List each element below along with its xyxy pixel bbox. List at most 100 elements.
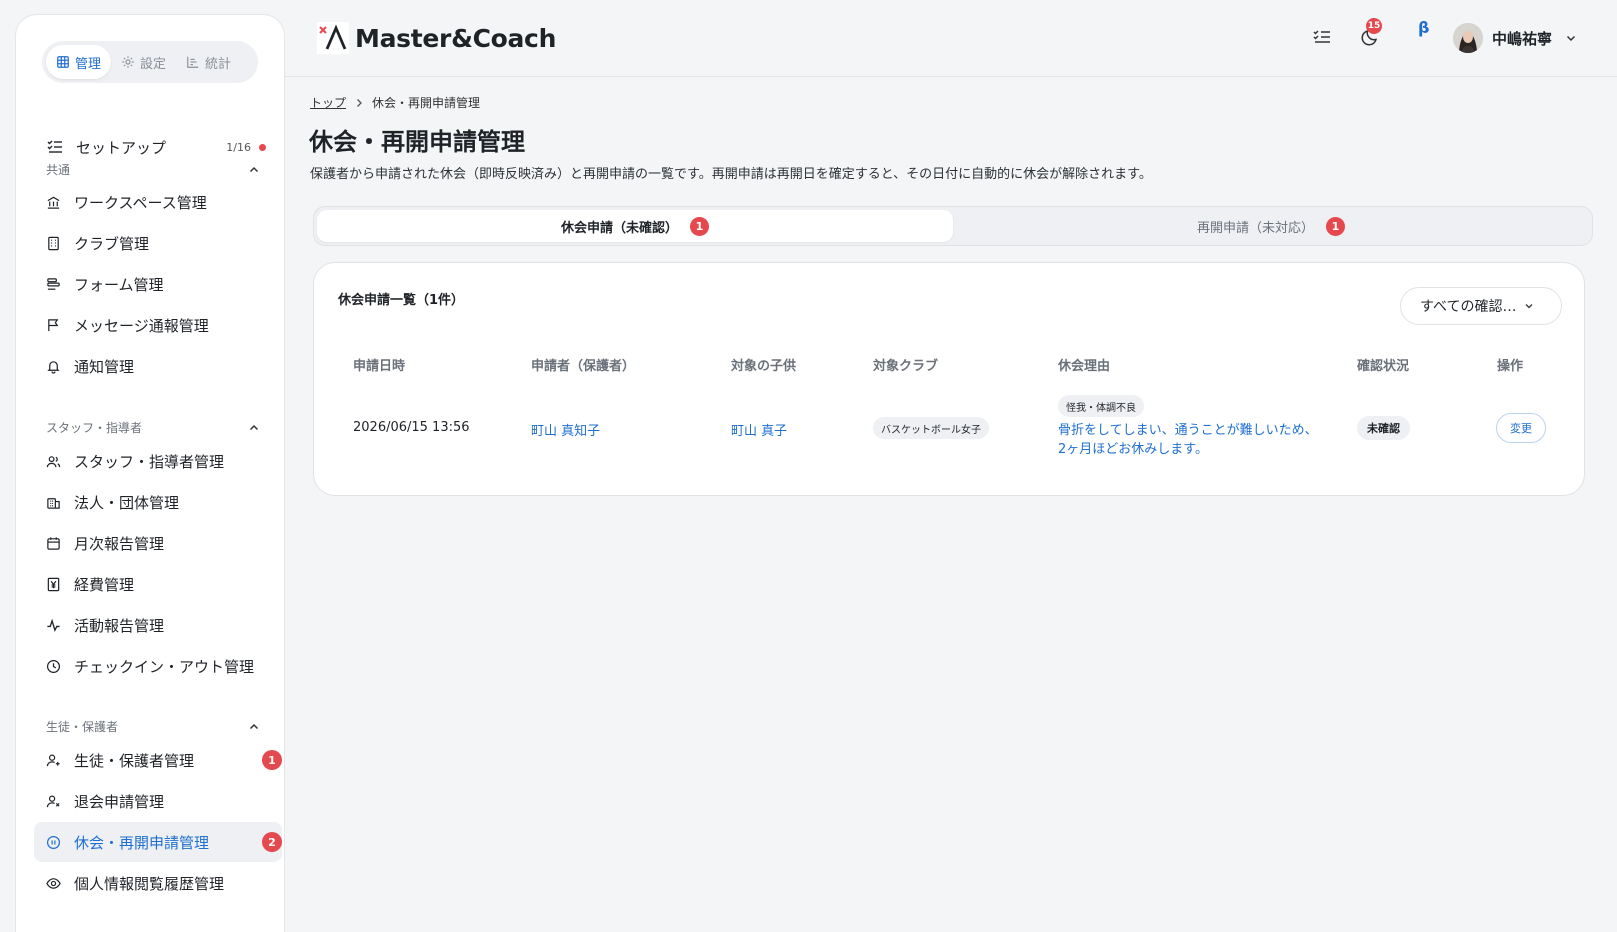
breadcrumb-current: 休会・再開申請管理 — [372, 96, 481, 110]
club-chip: バスケットボール女子 — [873, 417, 989, 439]
sidebar-item-activity-report[interactable]: 活動報告管理 — [34, 605, 282, 645]
change-button[interactable]: 変更 — [1496, 413, 1546, 443]
sidebar-item-workspace[interactable]: ワークスペース管理 — [34, 182, 282, 222]
sidebar-item-monthly-report[interactable]: 月次報告管理 — [34, 523, 282, 563]
form-icon — [47, 277, 60, 290]
sidebar-item-label: フォーム管理 — [74, 275, 164, 294]
brand-logo[interactable]: Master&Coach — [317, 22, 556, 54]
section-staff-title: スタッフ・指導者 — [46, 421, 143, 435]
reason-tag-chip: 怪我・体調不良 — [1058, 395, 1144, 417]
sidebar-item-label: クラブ管理 — [74, 234, 150, 253]
child-link[interactable]: 町山 真子 — [731, 420, 787, 439]
tab-suspension-requests[interactable]: 休会申請（未確認） 1 — [317, 210, 953, 242]
office-icon — [47, 497, 60, 509]
chevron-down-icon[interactable] — [1565, 32, 1577, 44]
page-description: 保護者から申請された休会（即時反映済み）と再開申請の一覧です。再開申請は再開日を… — [310, 167, 1152, 182]
page-title: 休会・再開申請管理 — [309, 128, 525, 156]
card-title: 休会申請一覧（1件） — [338, 293, 465, 308]
sidebar-item-label: 退会申請管理 — [74, 792, 165, 811]
cell-date: 2026/06/15 13:56 — [353, 420, 470, 435]
filter-value: すべての確認… — [1420, 299, 1517, 315]
sidebar-item-label: 経費管理 — [74, 575, 135, 594]
sidebar-item-label: 休会・再開申請管理 — [74, 833, 210, 852]
chevron-up-icon — [249, 166, 259, 172]
status-filter-select[interactable]: すべての確認… — [1400, 287, 1562, 325]
logo-mark-icon — [317, 22, 349, 54]
sidebar-item-label: スタッフ・指導者管理 — [74, 452, 225, 471]
sidebar-item-staff[interactable]: スタッフ・指導者管理 — [34, 441, 282, 481]
user-name[interactable]: 中嶋祐寧 — [1492, 28, 1552, 49]
section-common[interactable]: 共通 — [46, 161, 266, 178]
yen-icon — [47, 577, 60, 591]
tab-badge: 1 — [690, 216, 709, 236]
mode-stats-label: 統計 — [205, 56, 232, 72]
column-header-status: 確認状況 — [1357, 359, 1410, 374]
sidebar-item-message-report[interactable]: メッセージ通報管理 — [34, 305, 282, 345]
section-student-title: 生徒・保護者 — [46, 720, 119, 734]
applicant-link[interactable]: 町山 真知子 — [531, 420, 600, 439]
sidebar-item-label: 月次報告管理 — [74, 534, 165, 553]
column-header-child: 対象の子供 — [731, 359, 797, 374]
sidebar-item-student[interactable]: 生徒・保護者管理 1 — [34, 740, 282, 780]
setup-count: 1/16 — [226, 140, 251, 154]
user-x-icon — [46, 795, 60, 807]
mode-stats-button[interactable]: 統計 — [176, 45, 241, 79]
tab-label: 休会申請（未確認） — [560, 220, 678, 236]
beta-label: β — [1418, 18, 1430, 37]
column-header-club: 対象クラブ — [873, 359, 939, 374]
avatar[interactable] — [1453, 23, 1483, 53]
reason-line-2: 2ヶ月ほどお休みします。 — [1058, 442, 1208, 457]
clock-icon — [46, 659, 61, 673]
flag-icon — [48, 318, 59, 331]
user-plus-icon — [46, 754, 60, 766]
breadcrumb-home-link[interactable]: トップ — [310, 94, 346, 111]
tab-resume-requests[interactable]: 再開申請（未対応） 1 — [953, 210, 1589, 242]
sidebar-item-label: 生徒・保護者管理 — [74, 751, 195, 770]
chevron-right-icon — [357, 98, 362, 107]
mode-settings-button[interactable]: 設定 — [111, 45, 176, 79]
task-list-icon[interactable] — [1311, 26, 1333, 48]
reason-text[interactable]: 骨折をしてしまい、通うことが難しいため、 2ヶ月ほどお休みします。 — [1058, 421, 1318, 459]
section-staff[interactable]: スタッフ・指導者 — [46, 419, 266, 436]
column-header-reason: 休会理由 — [1058, 359, 1111, 374]
breadcrumb: トップ 休会・再開申請管理 — [310, 94, 480, 111]
sidebar-item-label: チェックイン・アウト管理 — [74, 657, 255, 676]
tab-badge: 1 — [1326, 216, 1345, 236]
setup-item[interactable]: セットアップ 1/16 — [46, 133, 266, 161]
chevron-down-icon — [1526, 304, 1533, 309]
sidebar-item-label: 通知管理 — [74, 357, 135, 376]
bank-icon — [47, 196, 60, 209]
sidebar-item-label: 活動報告管理 — [74, 616, 165, 635]
section-student[interactable]: 生徒・保護者 — [46, 718, 266, 735]
sidebar-item-corporation[interactable]: 法人・団体管理 — [34, 482, 282, 522]
sidebar-item-form[interactable]: フォーム管理 — [34, 264, 282, 304]
sidebar-item-notification[interactable]: 通知管理 — [34, 346, 282, 386]
setup-alert-dot — [259, 143, 266, 151]
section-common-title: 共通 — [46, 163, 71, 177]
sidebar-item-checkin[interactable]: チェックイン・アウト管理 — [34, 646, 282, 686]
avatar-image — [1453, 23, 1483, 53]
mode-manage-button[interactable]: 管理 — [46, 45, 112, 79]
sidebar-item-club[interactable]: クラブ管理 — [34, 223, 282, 263]
eye-icon — [46, 877, 61, 889]
building-icon — [48, 236, 59, 250]
sidebar-item-expense[interactable]: 経費管理 — [34, 564, 282, 604]
sidebar-item-suspension[interactable]: 休会・再開申請管理 2 — [34, 822, 282, 862]
sidebar-item-label: メッセージ通報管理 — [74, 316, 209, 335]
chevron-up-icon — [249, 424, 259, 430]
column-header-date: 申請日時 — [353, 359, 406, 374]
tab-label: 再開申請（未対応） — [1196, 220, 1314, 236]
bar-chart-icon — [187, 56, 199, 68]
reason-line-1: 骨折をしてしまい、通うことが難しいため、 — [1058, 423, 1318, 438]
checklist-icon — [47, 140, 62, 153]
column-header-action: 操作 — [1497, 359, 1524, 374]
grid-icon — [57, 56, 69, 68]
sidebar-item-withdrawal[interactable]: 退会申請管理 — [34, 781, 282, 821]
pause-circle-icon — [46, 835, 61, 849]
calendar-icon — [47, 536, 60, 550]
sidebar-item-badge: 1 — [262, 750, 282, 770]
brand-name: Master&Coach — [355, 23, 557, 53]
sidebar-item-privacy-log[interactable]: 個人情報閲覧履歴管理 — [34, 863, 282, 903]
column-header-applicant: 申請者（保護者） — [531, 359, 636, 374]
sidebar-item-label: ワークスペース管理 — [74, 193, 207, 212]
